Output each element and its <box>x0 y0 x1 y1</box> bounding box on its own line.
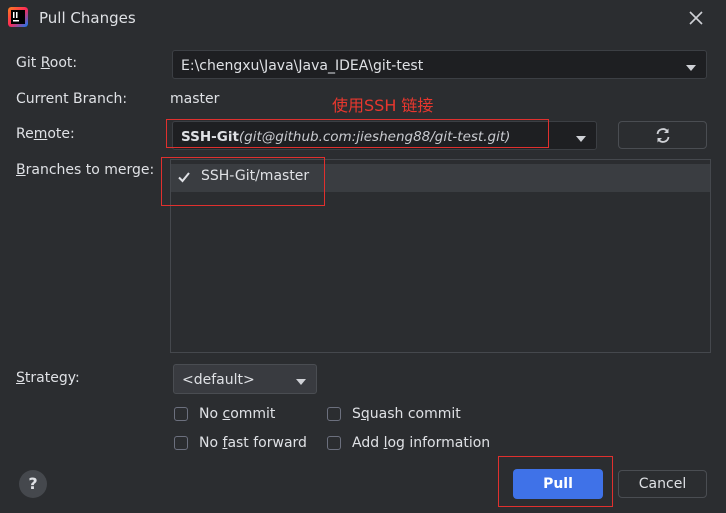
squash-commit-checkbox[interactable] <box>327 407 341 421</box>
remote-label: Remote: <box>16 126 75 142</box>
no-commit-label: No commit <box>199 406 276 422</box>
cancel-button[interactable]: Cancel <box>618 470 707 498</box>
intellij-idea-logo-icon <box>8 7 28 27</box>
squash-commit-label: Squash commit <box>352 406 461 422</box>
annotation-text: 使用SSH 链接 <box>332 96 434 115</box>
strategy-combo[interactable]: <default> <box>173 364 317 394</box>
current-branch-label: Current Branch: <box>16 91 128 107</box>
annotation-box-remote <box>166 119 549 148</box>
no-fast-forward-checkbox[interactable] <box>174 436 188 450</box>
git-root-combo[interactable]: E:\chengxu\Java\Java_IDEA\git-test <box>172 50 707 79</box>
no-commit-checkbox[interactable] <box>174 407 188 421</box>
chevron-down-icon <box>686 65 696 71</box>
annotation-box-pull <box>498 456 613 507</box>
chevron-down-icon <box>576 136 586 142</box>
current-branch-value: master <box>170 91 220 107</box>
refresh-remotes-button[interactable] <box>618 121 707 149</box>
strategy-value: <default> <box>182 372 255 388</box>
help-button[interactable]: ? <box>19 470 47 498</box>
no-fast-forward-label: No fast forward <box>199 435 307 451</box>
window-title: Pull Changes <box>39 9 136 27</box>
strategy-label: Strategy: <box>16 370 80 386</box>
title-bar: Pull Changes <box>0 0 726 38</box>
git-root-value: E:\chengxu\Java\Java_IDEA\git-test <box>181 58 424 74</box>
annotation-box-branch <box>161 157 325 206</box>
add-log-checkbox[interactable] <box>327 436 341 450</box>
add-log-label: Add log information <box>352 435 491 451</box>
chevron-down-icon <box>296 379 306 385</box>
refresh-icon <box>656 128 670 143</box>
close-icon[interactable] <box>686 8 706 28</box>
git-root-label: Git Root: <box>16 55 78 71</box>
branches-label: Branches to merge: <box>16 162 155 178</box>
